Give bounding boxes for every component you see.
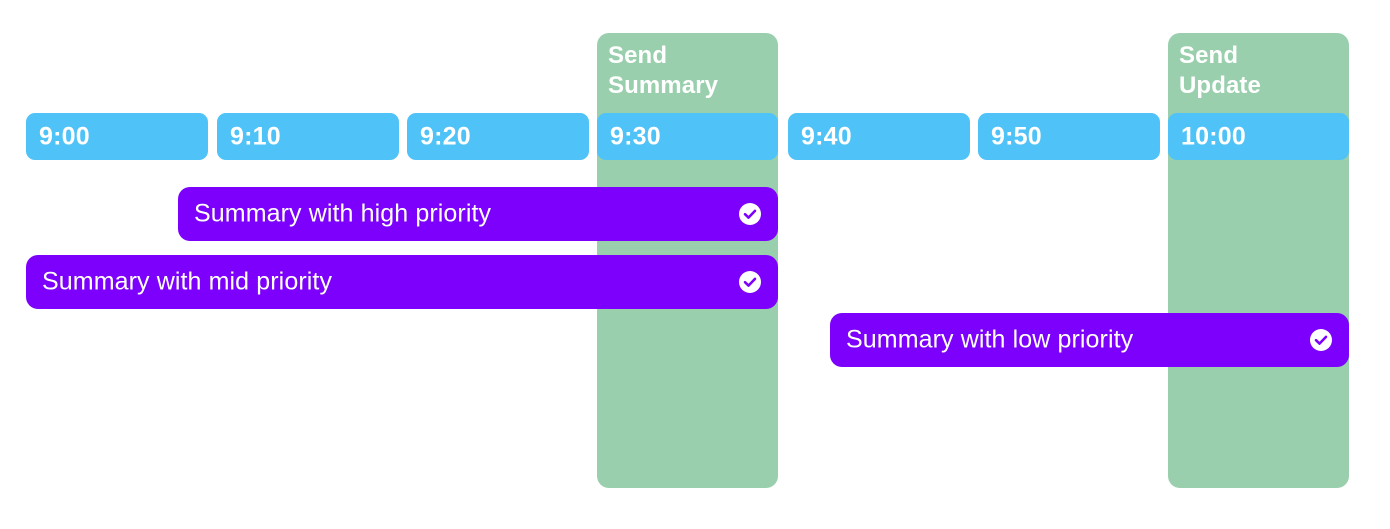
time-chip-label: 9:30 xyxy=(610,122,661,150)
time-chip-9-30[interactable]: 9:30 xyxy=(597,113,778,160)
milestone-label: Send Update xyxy=(1179,42,1261,99)
time-chip-9-00[interactable]: 9:00 xyxy=(26,113,208,160)
time-chip-10-00[interactable]: 10:00 xyxy=(1168,113,1349,160)
time-chip-9-40[interactable]: 9:40 xyxy=(788,113,970,160)
task-bar-label: Summary with high priority xyxy=(194,199,492,228)
time-chip-label: 10:00 xyxy=(1181,122,1246,150)
check-circle-icon[interactable] xyxy=(1310,329,1332,351)
time-chip-9-20[interactable]: 9:20 xyxy=(407,113,589,160)
time-chip-9-50[interactable]: 9:50 xyxy=(978,113,1160,160)
check-circle-icon[interactable] xyxy=(739,271,761,293)
milestone-column-send-update[interactable]: Send Update xyxy=(1168,33,1349,488)
time-chip-label: 9:00 xyxy=(39,122,90,150)
time-chip-label: 9:50 xyxy=(991,122,1042,150)
time-chip-9-10[interactable]: 9:10 xyxy=(217,113,399,160)
milestone-label: Send Summary xyxy=(608,42,719,99)
task-bar-low-priority[interactable]: Summary with low priority xyxy=(830,313,1349,367)
time-chip-label: 9:10 xyxy=(230,122,281,150)
task-bar-label: Summary with mid priority xyxy=(42,267,333,296)
task-bar-high-priority[interactable]: Summary with high priority xyxy=(178,187,778,241)
task-bar-label: Summary with low priority xyxy=(846,325,1134,354)
time-chip-label: 9:20 xyxy=(420,122,471,150)
time-chip-label: 9:40 xyxy=(801,122,852,150)
timeline-canvas: Send Summary Send Update 9:00 9:10 9:20 … xyxy=(0,0,1390,529)
check-circle-icon[interactable] xyxy=(739,203,761,225)
task-bar-mid-priority[interactable]: Summary with mid priority xyxy=(26,255,778,309)
